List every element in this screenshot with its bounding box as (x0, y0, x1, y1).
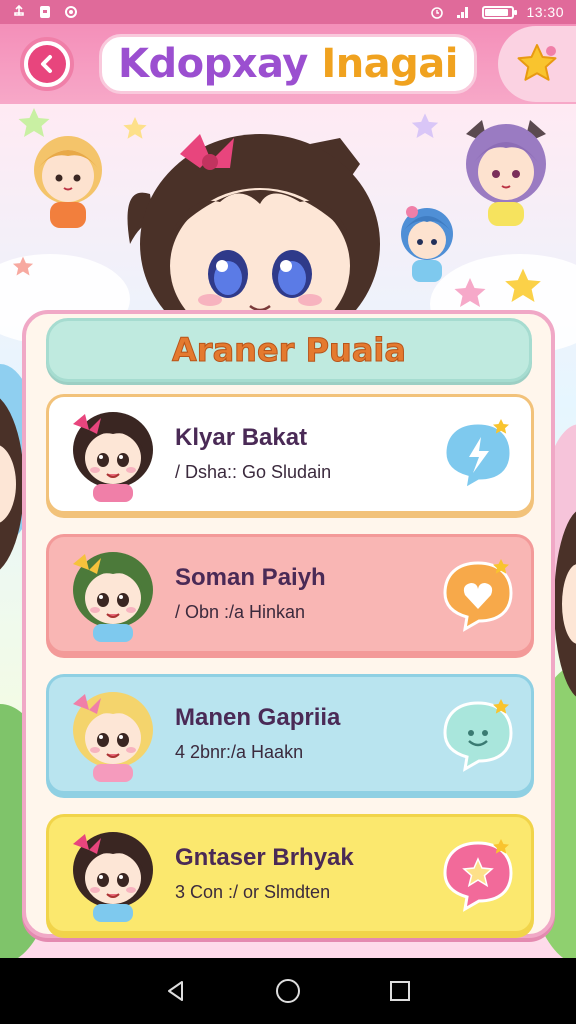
panel-header: Araner Puaia (46, 318, 532, 382)
character-avatar (73, 552, 153, 642)
title-part-2: Inagai (321, 41, 458, 87)
character-subtitle: 3 Con :/ or Slmdten (175, 882, 331, 902)
nav-home-icon (276, 979, 300, 1003)
character-name: Soman Paiyh (175, 564, 326, 591)
nav-recents-button[interactable] (385, 976, 415, 1006)
clock: 13:30 (526, 4, 564, 20)
character-avatar (73, 412, 153, 502)
page-title: Kdopxay Inagai (98, 34, 477, 94)
character-avatar (73, 692, 153, 782)
back-arrow-icon (28, 45, 66, 83)
nav-home-button[interactable] (273, 976, 303, 1006)
character-card[interactable]: Klyar Bakat / Dsha:: Go Sludain (46, 394, 534, 514)
character-card[interactable]: Manen Gapriia 4 2bnr:/a Haakn (46, 674, 534, 794)
decor-star-icon (411, 113, 439, 139)
character-subtitle: / Dsha:: Go Sludain (175, 462, 332, 482)
battery-icon (482, 5, 518, 19)
nav-back-button[interactable] (161, 976, 191, 1006)
lightning-chat-icon[interactable] (439, 415, 517, 493)
nav-back-icon (168, 981, 183, 1001)
character-card[interactable]: Gntaser Brhyak 3 Con :/ or Slmdten (46, 814, 534, 934)
app-header: Kdopxay Inagai (0, 24, 576, 104)
heart-chat-icon[interactable] (439, 555, 517, 633)
character-name: Klyar Bakat (175, 424, 308, 451)
sync-icon (65, 6, 77, 18)
decor-star-icon (12, 256, 34, 276)
usb-icon (14, 5, 24, 16)
card-text: Gntaser Brhyak 3 Con :/ or Slmdten (175, 843, 439, 905)
main-character-illustration (127, 134, 380, 334)
smile-chat-icon[interactable] (439, 695, 517, 773)
character-subtitle: 4 2bnr:/a Haakn (175, 742, 304, 762)
character-name: Gntaser Brhyak (175, 844, 354, 871)
card-text: Klyar Bakat / Dsha:: Go Sludain (175, 423, 439, 485)
card-text: Manen Gapriia 4 2bnr:/a Haakn (175, 703, 439, 765)
favorite-button[interactable] (498, 26, 576, 102)
character-list-panel: Araner Puaia Klyar Bakat / Dsha:: Go Slu… (22, 310, 555, 938)
star-chat-icon[interactable] (439, 835, 517, 913)
system-nav-bar (0, 958, 576, 1024)
character-card[interactable]: Soman Paiyh / Obn :/a Hinkan (46, 534, 534, 654)
signal-icon (457, 7, 469, 18)
nav-recents-icon (390, 981, 410, 1001)
chibi-character-illustration (466, 120, 546, 226)
character-subtitle: / Obn :/a Hinkan (175, 602, 306, 622)
title-part-1: Kdopxay (117, 41, 308, 87)
character-avatar (73, 832, 153, 922)
star-icon (517, 44, 557, 81)
panel-title: Araner Puaia (172, 331, 407, 370)
status-bar: 13:30 (0, 0, 576, 24)
chibi-character-illustration (34, 136, 102, 228)
character-name: Manen Gapriia (175, 704, 341, 731)
alarm-icon (431, 7, 444, 19)
decor-star-icon (505, 268, 541, 302)
card-text: Soman Paiyh / Obn :/a Hinkan (175, 563, 439, 625)
notification-icon (40, 6, 50, 18)
side-character-illustration (554, 511, 576, 697)
back-button[interactable] (20, 37, 74, 91)
